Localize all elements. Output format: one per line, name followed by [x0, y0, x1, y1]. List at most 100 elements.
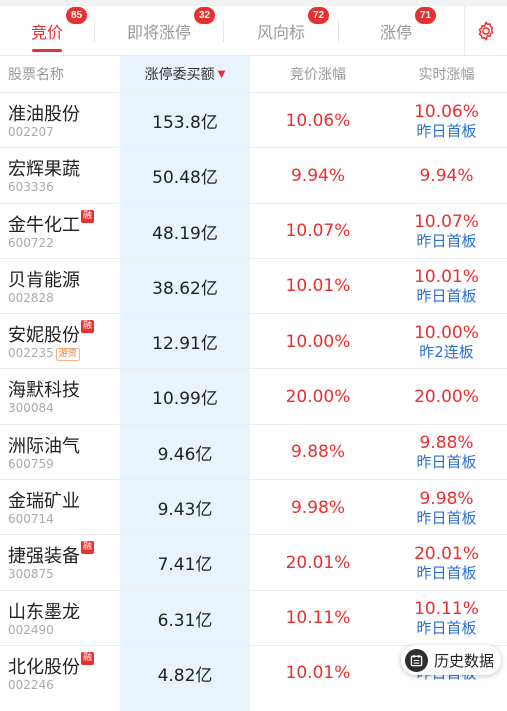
header-realtime-change[interactable]: 实时涨幅: [386, 56, 507, 92]
tab-limit-up[interactable]: 涨停 71: [339, 6, 453, 56]
realtime-change: 9.98%: [419, 488, 474, 509]
bid-change: 10.00%: [285, 331, 351, 352]
realtime-change-cell: 20.01% 昨日首板: [386, 535, 507, 590]
realtime-change-cell: 10.06% 昨日首板: [386, 93, 507, 148]
header-stock-name: 股票名称: [8, 67, 64, 83]
stock-name-cell: 洲际油气 600759: [8, 425, 120, 480]
stock-name-line: 捷强装备融: [8, 541, 94, 568]
realtime-change-cell: 10.01% 昨日首板: [386, 259, 507, 314]
limit-up-order-amount: 6.31亿: [157, 610, 213, 631]
stock-name: 山东墨龙: [8, 601, 80, 623]
stock-code: 002246: [8, 677, 54, 692]
realtime-change: 20.01%: [414, 543, 479, 564]
table-row[interactable]: 金瑞矿业 600714 9.43亿 9.98% 9.98% 昨日首板: [0, 479, 507, 534]
margin-trading-badge: 融: [81, 209, 94, 223]
table-row[interactable]: 捷强装备融 300875 7.41亿 20.01% 20.01% 昨日首板: [0, 534, 507, 589]
realtime-change: 10.07%: [414, 212, 479, 233]
realtime-change-cell: 9.88% 昨日首板: [386, 425, 507, 480]
table-row[interactable]: 准油股份 002207 153.8亿 10.06% 10.06% 昨日首板: [0, 92, 507, 147]
header-amount-label: 涨停委买额: [144, 67, 215, 83]
realtime-change: 9.88%: [419, 433, 474, 454]
bid-change: 10.11%: [285, 608, 351, 629]
table-row[interactable]: 贝肯能源 002828 38.62亿 10.01% 10.01% 昨日首板: [0, 257, 507, 314]
bid-change: 10.01%: [285, 663, 351, 684]
settings-button[interactable]: [464, 6, 507, 56]
stock-list: 准油股份 002207 153.8亿 10.06% 10.06% 昨日首板 宏辉果蔬 6033…: [0, 92, 507, 700]
tab-indicator-stocks[interactable]: 风向标 72: [224, 6, 338, 56]
limit-up-order-amount: 10.99亿: [152, 389, 218, 410]
active-tab-indicator: [32, 49, 62, 52]
stock-name-line: 准油股份: [8, 100, 80, 126]
stock-name-cell: 山东墨龙 002490: [8, 591, 120, 646]
table-header: 股票名称 涨停委买额 ▼ 竞价涨幅 实时涨幅: [0, 56, 507, 92]
stock-name-cell: 宏辉果蔬 603336: [8, 148, 120, 203]
margin-trading-badge: 融: [81, 541, 94, 555]
bid-change: 9.94%: [290, 165, 345, 186]
stock-name-line: 洲际油气: [8, 432, 80, 458]
stock-code: 300875: [8, 567, 54, 582]
hot-money-badge: 游资: [55, 348, 80, 362]
limit-up-order-amount: 48.19亿: [152, 223, 218, 244]
realtime-change: 9.94%: [419, 165, 474, 186]
header-limit-up-order-amount[interactable]: 涨停委买额 ▼: [120, 56, 250, 92]
stock-name-line: 山东墨龙: [8, 598, 80, 624]
table-row[interactable]: 金牛化工融 600722 48.19亿 10.07% 10.07% 昨日首板: [0, 202, 507, 259]
limit-up-order-amount: 38.62亿: [152, 278, 218, 299]
tab-bidding[interactable]: 竞价 85: [0, 6, 94, 56]
tab-near-limit-up-label: 即将涨停 32: [127, 7, 215, 43]
table-row[interactable]: 洲际油气 600759 9.46亿 9.88% 9.88% 昨日首板: [0, 423, 507, 480]
stock-name: 安妮股份: [8, 325, 80, 347]
stock-code-line: 600714: [8, 512, 54, 526]
realtime-change-cell: 9.98% 昨日首板: [386, 480, 507, 535]
realtime-change: 10.01%: [414, 267, 479, 288]
stock-name: 北化股份: [8, 656, 80, 678]
margin-trading-badge: 融: [81, 651, 94, 665]
stock-name-line: 北化股份融: [8, 651, 94, 679]
table-row[interactable]: 安妮股份融 002235 游资 12.91亿 10.00% 10.00% 昨2连板: [0, 313, 507, 368]
stock-name: 洲际油气: [8, 435, 80, 457]
stock-code-line: 002235 游资: [8, 346, 80, 362]
history-data-button[interactable]: 历史数据: [401, 645, 501, 675]
realtime-change-cell: 10.11% 昨日首板: [386, 591, 507, 646]
realtime-change: 10.11%: [414, 599, 479, 620]
table-row[interactable]: 山东墨龙 002490 6.31亿 10.11% 10.11% 昨日首板: [0, 589, 507, 646]
prior-limit-up-status: 昨日首板: [416, 232, 477, 251]
stock-code: 002235: [8, 346, 54, 361]
tab-near-limit-up[interactable]: 即将涨停 32: [95, 6, 223, 56]
stock-code-line: 002490: [8, 623, 54, 637]
table-row[interactable]: 海默科技 300084 10.99亿 20.00% 20.00%: [0, 368, 507, 423]
header-bid-change[interactable]: 竞价涨幅: [250, 56, 386, 92]
stock-name-cell: 海默科技 300084: [8, 369, 120, 424]
tab-indicator-stocks-badge: 72: [308, 7, 329, 24]
realtime-change-cell: 10.07% 昨日首板: [386, 204, 507, 259]
history-data-label: 历史数据: [434, 651, 495, 670]
stock-code-line: 600722: [8, 236, 54, 250]
limit-up-order-amount: 7.41亿: [157, 555, 213, 576]
realtime-change: 10.00%: [414, 322, 479, 343]
prior-limit-up-status: 昨2连板: [419, 342, 474, 361]
prior-limit-up-status: 昨日首板: [416, 508, 477, 527]
stock-name: 金牛化工: [8, 214, 80, 236]
bid-change: 9.88%: [290, 442, 345, 463]
bid-change: 10.01%: [285, 276, 351, 297]
stock-name-cell: 捷强装备融 300875: [8, 535, 120, 590]
stock-name: 宏辉果蔬: [8, 159, 80, 181]
stock-code-line: 002828: [8, 291, 54, 305]
realtime-change-cell: 20.00%: [386, 369, 507, 424]
tab-indicator-stocks-label: 风向标 72: [257, 7, 329, 43]
bid-change: 20.01%: [285, 552, 351, 573]
stock-name: 金瑞矿业: [8, 491, 80, 513]
stock-name-cell: 北化股份融 002246: [8, 646, 120, 701]
stock-code: 002207: [8, 125, 54, 139]
margin-trading-badge: 融: [81, 320, 94, 334]
bid-change: 20.00%: [285, 386, 351, 407]
prior-limit-up-status: 昨日首板: [416, 563, 477, 582]
stock-code-line: 002207: [8, 125, 54, 139]
table-row[interactable]: 宏辉果蔬 603336 50.48亿 9.94% 9.94%: [0, 147, 507, 202]
stock-code-line: 603336: [8, 180, 54, 194]
stock-name-line: 金瑞矿业: [8, 487, 80, 513]
stock-code-line: 300875: [8, 567, 54, 581]
stock-name-line: 海默科技: [8, 376, 80, 402]
sort-desc-icon: ▼: [217, 68, 226, 80]
stock-code-line: 002246: [8, 678, 54, 692]
